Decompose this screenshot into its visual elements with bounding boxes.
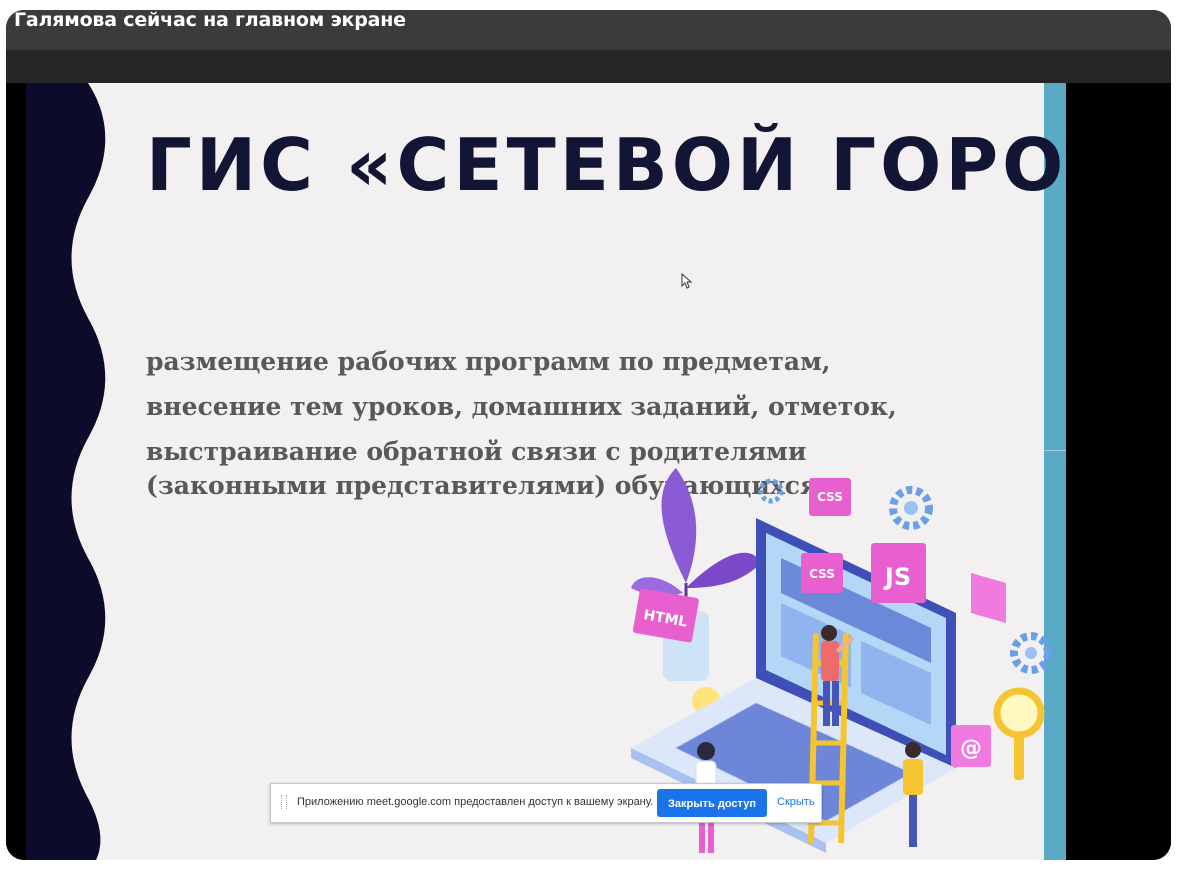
share-notification-text: Приложению meet.google.com предоставлен … bbox=[297, 796, 654, 808]
plant-icon bbox=[631, 468, 761, 681]
html-tag-bubble-icon: HTML bbox=[632, 588, 699, 643]
tag-css-label: CSS bbox=[817, 490, 843, 504]
shared-screen-area: ГИС «СЕТЕВОЙ ГОРОД»: размещение рабочих … bbox=[6, 83, 1171, 860]
css-tag-bubble-icon: CSS bbox=[809, 478, 851, 516]
drag-handle-icon[interactable] bbox=[281, 795, 287, 809]
presentation-slide: ГИС «СЕТЕВОЙ ГОРОД»: размещение рабочих … bbox=[26, 83, 1066, 860]
svg-text:@: @ bbox=[960, 736, 982, 761]
slide-title: ГИС «СЕТЕВОЙ ГОРОД»: bbox=[146, 123, 1066, 207]
screen-share-notification-bar: Приложению meet.google.com предоставлен … bbox=[270, 783, 822, 823]
presenter-title-bar: Галямова сейчас на главном экране bbox=[6, 10, 1171, 50]
tag-css-label: CSS bbox=[809, 567, 835, 581]
presenter-status-title: Галямова сейчас на главном экране bbox=[14, 10, 406, 31]
css-tag-bubble-icon: CSS bbox=[801, 553, 843, 593]
stop-sharing-button[interactable]: Закрыть доступ bbox=[657, 789, 767, 817]
js-tag-bubble-icon: JS bbox=[871, 543, 926, 603]
magnifier-icon bbox=[993, 687, 1045, 780]
gear-icon bbox=[1010, 632, 1052, 674]
wave-decoration bbox=[26, 83, 106, 860]
gear-icon bbox=[758, 478, 784, 504]
at-sign-icon: @ bbox=[951, 725, 991, 767]
tag-js-label: JS bbox=[883, 563, 911, 591]
hide-notification-link[interactable]: Скрыть bbox=[777, 796, 815, 808]
slide-bullet-item: внесение тем уроков, домашних заданий, о… bbox=[146, 392, 897, 421]
accent-line bbox=[1044, 450, 1066, 451]
mouse-cursor-icon bbox=[681, 273, 693, 289]
slide-bullet-item: размещение рабочих программ по предметам… bbox=[146, 347, 831, 376]
screen-share-window: Галямова сейчас на главном экране ГИС «С… bbox=[6, 10, 1171, 860]
gear-icon bbox=[889, 486, 933, 530]
toolbar-strip bbox=[6, 50, 1171, 83]
chat-bubble-icon bbox=[971, 573, 1006, 623]
